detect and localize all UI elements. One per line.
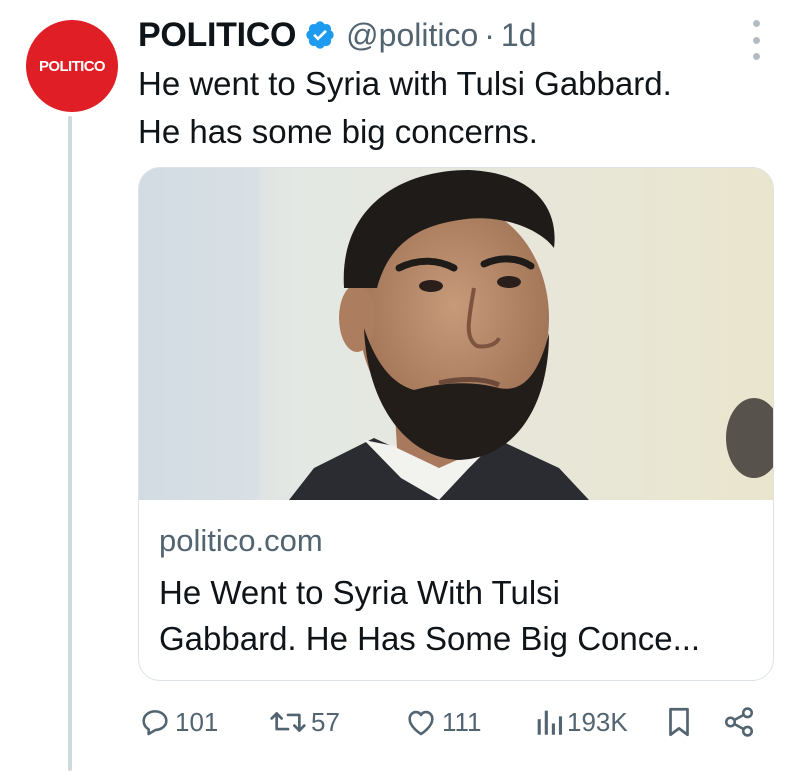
card-title-line: He Went to Syria With Tulsi bbox=[159, 574, 561, 611]
repost-button[interactable]: 57 bbox=[268, 700, 340, 744]
tweet-text-line: He went to Syria with Tulsi Gabbard. bbox=[138, 65, 672, 102]
link-card[interactable]: politico.com He Went to Syria With Tulsi… bbox=[138, 167, 774, 681]
like-count: 111 bbox=[442, 706, 482, 737]
share-icon bbox=[724, 707, 754, 737]
more-options-icon[interactable] bbox=[748, 20, 764, 60]
card-title-line: Gabbard. He Has Some Big Conce... bbox=[159, 620, 701, 657]
like-icon bbox=[408, 710, 434, 736]
repost-count: 57 bbox=[311, 706, 340, 737]
header-separator: · bbox=[484, 16, 495, 53]
user-handle[interactable]: @politico bbox=[346, 17, 478, 54]
action-bar: 101 57 111 193K bbox=[138, 700, 778, 744]
reply-icon bbox=[142, 710, 168, 736]
like-button[interactable]: 111 bbox=[403, 700, 482, 744]
display-name[interactable]: POLITICO bbox=[138, 16, 296, 55]
share-button[interactable] bbox=[722, 700, 756, 744]
verified-badge-icon[interactable] bbox=[304, 19, 336, 51]
views-icon bbox=[537, 710, 563, 735]
repost-icon bbox=[270, 712, 306, 732]
reply-button[interactable]: 101 bbox=[138, 700, 218, 744]
avatar-logo-text: POLITICO bbox=[38, 57, 106, 75]
portrait-photo bbox=[139, 168, 773, 500]
thread-line bbox=[68, 116, 72, 771]
card-domain[interactable]: politico.com bbox=[159, 523, 323, 559]
bookmark-button[interactable] bbox=[664, 700, 694, 744]
views-button[interactable]: 193K bbox=[534, 700, 628, 744]
card-image[interactable] bbox=[139, 168, 773, 500]
more-dot bbox=[752, 20, 760, 27]
timestamp[interactable]: 1d bbox=[501, 17, 537, 54]
tweet-header: POLITICO @politico · 1d bbox=[138, 12, 537, 58]
reply-count: 101 bbox=[175, 706, 219, 737]
avatar[interactable]: POLITICO bbox=[26, 20, 118, 112]
tweet-text-line: He has some big concerns. bbox=[138, 113, 538, 150]
more-dot bbox=[752, 36, 760, 44]
bookmark-icon bbox=[669, 707, 689, 737]
views-count: 193K bbox=[567, 706, 628, 737]
more-dot bbox=[752, 53, 760, 60]
tweet-text: He went to Syria with Tulsi Gabbard. He … bbox=[138, 60, 778, 156]
card-title[interactable]: He Went to Syria With Tulsi Gabbard. He … bbox=[159, 570, 759, 662]
